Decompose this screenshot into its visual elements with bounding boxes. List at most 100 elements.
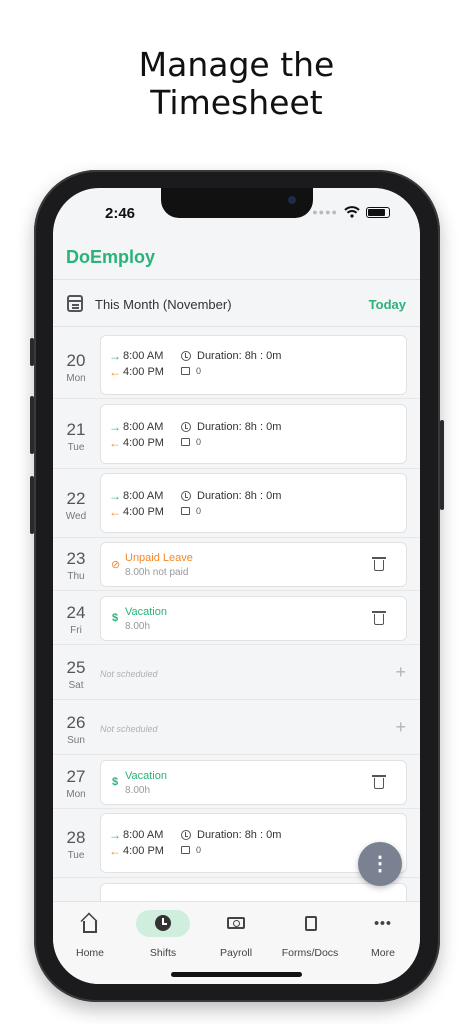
notes-count: 0 xyxy=(196,506,202,516)
status-time: 2:46 xyxy=(105,205,136,222)
notes-icon xyxy=(181,438,190,446)
trash-icon[interactable] xyxy=(372,611,386,625)
leave-hours: 8.00h not paid xyxy=(125,567,189,578)
clock-in-time: 8:00 AM xyxy=(123,421,164,433)
shift-card[interactable]: → 8:00 AM ← 4:00 PM Duration: 8h : 0m 0 xyxy=(100,404,407,464)
clock-in-icon: → xyxy=(109,828,121,842)
day-name: Mon xyxy=(66,373,86,384)
day-number: 25 xyxy=(66,658,86,677)
notes-icon xyxy=(181,367,190,375)
tab-label: Home xyxy=(75,947,104,959)
shift-card[interactable]: → 8:00 AM ← 4:00 PM Duration: 8h : 0m 0 xyxy=(100,473,407,533)
leave-card[interactable]: ⊘ Unpaid Leave 8.00h not paid xyxy=(100,542,407,587)
day-number: 27 xyxy=(66,767,86,786)
tab-payroll[interactable]: Payroll xyxy=(199,910,273,959)
clock-icon xyxy=(181,830,191,840)
app-header: DoEmploy xyxy=(53,232,420,280)
clock-icon xyxy=(155,915,171,931)
notes-icon xyxy=(181,507,190,515)
clock-out-icon: ← xyxy=(109,365,121,379)
more-actions-fab[interactable]: ⋮ xyxy=(358,842,402,886)
day-row: 22 Wed → 8:00 AM ← 4:00 PM Duration: 8h : … xyxy=(53,469,420,538)
clock-out-time: 4:00 PM xyxy=(123,366,164,378)
notes-count: 0 xyxy=(196,366,202,376)
clock-in-time: 8:00 AM xyxy=(123,490,164,502)
vertical-dots-icon: ⋮ xyxy=(370,853,390,875)
headline-line-1: Manage the xyxy=(138,45,335,84)
day-row: 27 Mon $ Vacation 8.00h xyxy=(53,755,420,809)
notes-count: 0 xyxy=(196,845,202,855)
status-bar: 2:46 ●●●● xyxy=(53,188,420,232)
leave-hours: 8.00h xyxy=(125,785,151,796)
clock-out-time: 4:00 PM xyxy=(123,437,164,449)
tab-home[interactable]: Home xyxy=(53,910,127,959)
trash-icon[interactable] xyxy=(372,775,386,789)
clock-in-icon: → xyxy=(109,489,121,503)
leave-title: Unpaid Leave xyxy=(125,552,193,564)
day-label: 21 Tue xyxy=(53,420,99,453)
shift-card[interactable] xyxy=(100,883,407,901)
tab-label: Shifts xyxy=(149,947,177,959)
month-label[interactable]: This Month (November) xyxy=(95,297,232,312)
tab-more[interactable]: ••• More xyxy=(346,910,420,959)
timesheet-list[interactable]: 20 Mon → 8:00 AM ← 4:00 PM Duration: 8h : … xyxy=(53,327,420,901)
add-shift-icon[interactable]: + xyxy=(395,662,406,683)
mute-switch xyxy=(30,338,34,366)
shift-card[interactable]: → 8:00 AM ← 4:00 PM Duration: 8h : 0m 0 xyxy=(100,335,407,395)
tab-forms-docs[interactable]: Forms/Docs xyxy=(273,910,347,959)
power-button xyxy=(440,420,444,510)
day-number: 21 xyxy=(66,420,86,439)
clock-icon xyxy=(181,491,191,501)
signal-icon: ●●●● xyxy=(312,207,338,217)
shift-duration: Duration: 8h : 0m xyxy=(197,490,282,502)
notes-icon xyxy=(181,846,190,854)
clock-icon xyxy=(181,422,191,432)
clock-in-time: 8:00 AM xyxy=(123,829,164,841)
day-number: 28 xyxy=(66,828,86,847)
camera-icon xyxy=(288,196,296,204)
day-row: 20 Mon → 8:00 AM ← 4:00 PM Duration: 8h : … xyxy=(53,327,420,399)
today-button[interactable]: Today xyxy=(369,297,406,312)
day-number: 26 xyxy=(66,713,86,732)
clock-in-icon: → xyxy=(109,349,121,363)
notes-count: 0 xyxy=(196,437,202,447)
clock-icon xyxy=(181,351,191,361)
day-number: 20 xyxy=(66,351,86,370)
home-indicator xyxy=(171,972,302,977)
app-logo: DoEmploy xyxy=(66,247,156,267)
clock-out-time: 4:00 PM xyxy=(123,845,164,857)
home-icon xyxy=(83,921,97,933)
clock-out-time: 4:00 PM xyxy=(123,506,164,518)
not-scheduled-label: Not scheduled xyxy=(100,724,158,734)
leave-hours: 8.00h xyxy=(125,621,151,632)
payroll-icon xyxy=(227,917,245,929)
more-icon: ••• xyxy=(374,913,392,930)
bottom-tab-bar: Home Shifts Payroll Forms/Docs ••• More xyxy=(53,901,420,984)
day-number: 24 xyxy=(66,603,86,622)
day-name: Tue xyxy=(67,850,85,861)
day-name: Tue xyxy=(67,442,85,453)
shift-duration: Duration: 8h : 0m xyxy=(197,350,282,362)
calendar-icon[interactable] xyxy=(67,295,83,312)
dollar-icon: $ xyxy=(112,776,119,788)
documents-icon xyxy=(301,913,317,932)
notch xyxy=(161,188,313,218)
day-row xyxy=(53,878,420,901)
day-name: Sat xyxy=(68,680,84,691)
day-label: 25 Sat xyxy=(53,658,99,691)
day-name: Sun xyxy=(67,735,85,746)
tab-label: Payroll xyxy=(219,947,253,959)
clock-in-time: 8:00 AM xyxy=(123,350,164,362)
clock-out-icon: ← xyxy=(109,844,121,858)
day-row: 25 Sat Not scheduled + xyxy=(53,645,420,700)
day-label: 20 Mon xyxy=(53,351,99,384)
leave-title: Vacation xyxy=(125,606,167,618)
day-label: 27 Mon xyxy=(53,767,99,800)
trash-icon[interactable] xyxy=(372,557,386,571)
unpaid-leave-icon: ⊘ xyxy=(111,559,121,571)
leave-card[interactable]: $ Vacation 8.00h xyxy=(100,760,407,805)
add-shift-icon[interactable]: + xyxy=(395,717,406,738)
leave-card[interactable]: $ Vacation 8.00h xyxy=(100,596,407,641)
tab-shifts[interactable]: Shifts xyxy=(126,910,200,959)
day-label: 23 Thu xyxy=(53,549,99,582)
